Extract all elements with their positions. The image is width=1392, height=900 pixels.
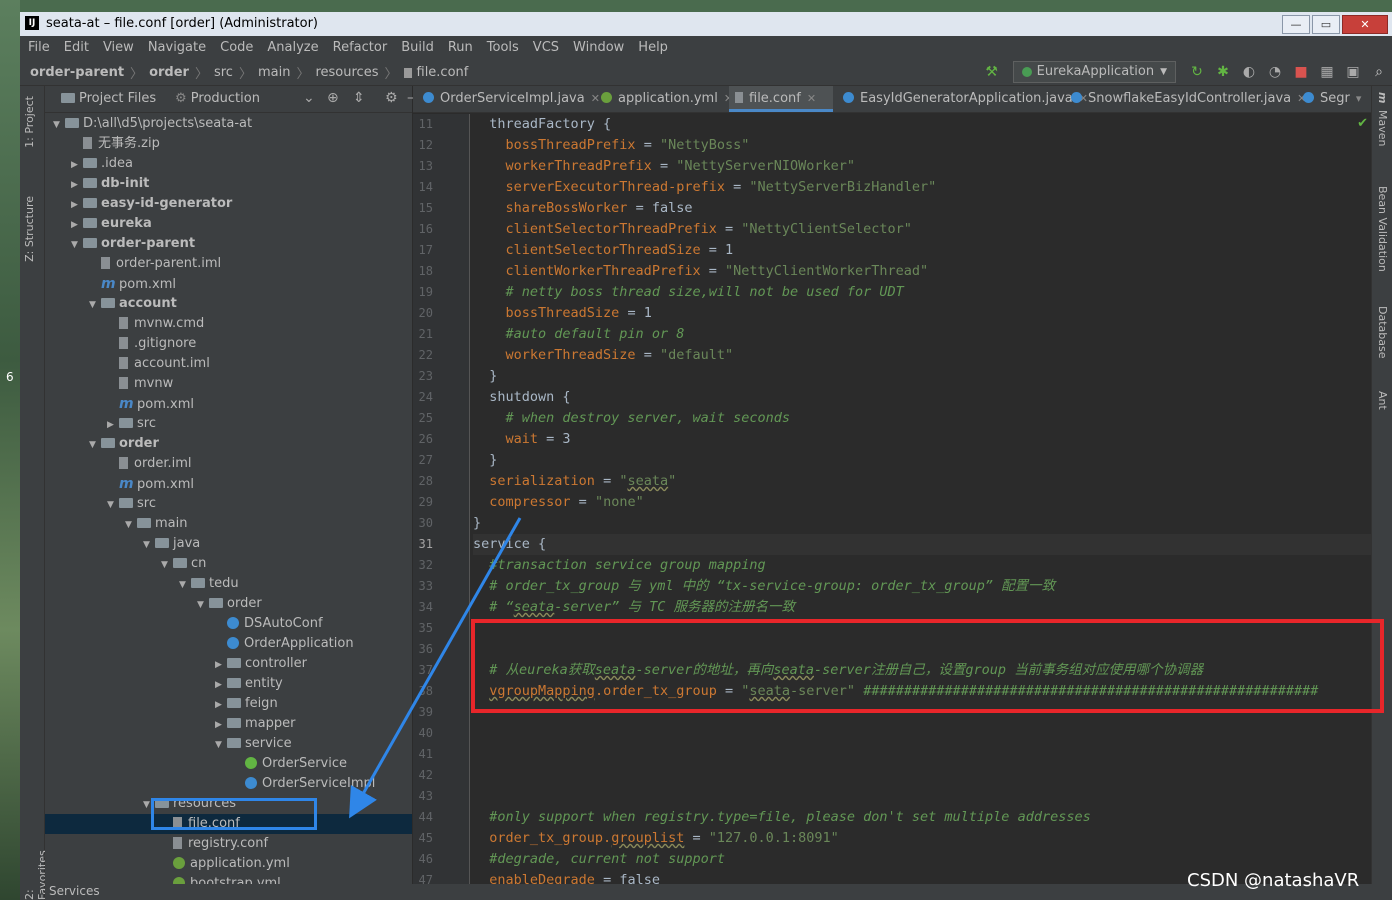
- watermark: CSDN @natashaVR: [1187, 870, 1360, 891]
- annotation-arrow: [349, 517, 522, 819]
- ide-window: IJ seata-at – file.conf [order] (Adminis…: [20, 12, 1392, 900]
- desktop-background: 6: [0, 0, 20, 900]
